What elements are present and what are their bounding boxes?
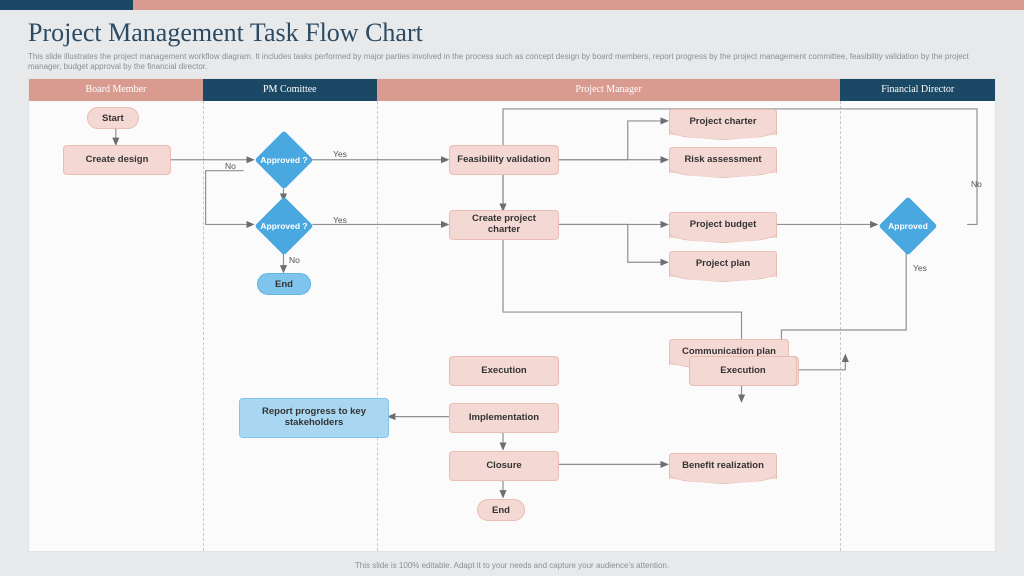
project-charter-doc: Project charter <box>669 109 777 135</box>
create-design-node: Create design <box>63 145 171 175</box>
approved2-decision: Approved ? <box>255 197 313 255</box>
project-plan-doc: Project plan <box>669 251 777 277</box>
closure-node: Closure <box>449 451 559 481</box>
lane-header-pm: PM Comittee <box>203 79 377 101</box>
execution-node: Execution <box>449 356 559 386</box>
risk-assessment-doc: Risk assessment <box>669 147 777 173</box>
lane-separator <box>840 101 841 551</box>
approved1-decision: Approved ? <box>255 131 313 189</box>
edge-no: No <box>289 255 300 265</box>
edge-no: No <box>971 179 982 189</box>
edge-yes: Yes <box>913 263 927 273</box>
page-subtitle: This slide illustrates the project manag… <box>28 52 996 73</box>
approved3-decision: Approved <box>879 197 937 255</box>
lane-separator <box>377 101 378 551</box>
report-progress-node: Report progress to key stakeholders <box>239 398 389 438</box>
swimlane-header: Board Member PM Comittee Project Manager… <box>29 79 995 101</box>
lane-header-financial: Financial Director <box>840 79 995 101</box>
edge-yes: Yes <box>333 215 347 225</box>
benefit-doc: Benefit realization <box>669 453 777 479</box>
start-node: Start <box>87 107 139 129</box>
page-title: Project Management Task Flow Chart <box>28 18 423 48</box>
end1-node: End <box>257 273 311 295</box>
top-accent-bar <box>0 0 1024 10</box>
implementation-node: Implementation <box>449 403 559 433</box>
project-budget-doc: Project budget <box>669 212 777 238</box>
footer-note: This slide is 100% editable. Adapt it to… <box>0 561 1024 570</box>
edge-yes: Yes <box>333 149 347 159</box>
lane-separator <box>203 101 204 551</box>
end2-node: End <box>477 499 525 521</box>
lane-header-board: Board Member <box>29 79 203 101</box>
create-charter-node: Create project charter <box>449 210 559 240</box>
feasibility-node: Feasibility validation <box>449 145 559 175</box>
flowchart-canvas: Board Member PM Comittee Project Manager… <box>28 78 996 552</box>
execution-right-node: Execution <box>689 356 797 386</box>
edge-no: No <box>225 161 236 171</box>
lane-header-manager: Project Manager <box>377 79 841 101</box>
